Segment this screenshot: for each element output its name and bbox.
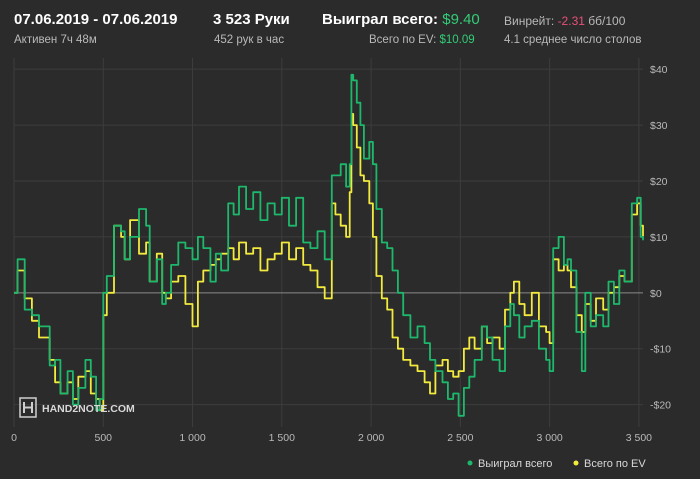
x-tick-label: 0 (11, 432, 17, 444)
y-tick-label: $30 (650, 120, 668, 132)
series-line-won (14, 73, 644, 417)
y-tick-label: -$20 (650, 400, 671, 412)
y-tick-label: $20 (650, 176, 668, 188)
legend-swatch-won (467, 460, 473, 466)
y-tick-label: $10 (650, 232, 668, 244)
winnings-chart: 0 500 1 000 1 500 2 000 2 500 3 000 3 500 $40 $30… (11, 58, 671, 470)
y-tick-label: $40 (650, 64, 668, 76)
hand2note-watermark: HAND2NOTE.COM (42, 403, 135, 415)
x-tick-label: 3 500 (626, 432, 652, 444)
grid (13, 58, 643, 427)
legend-label-ev: Всего по EV (584, 458, 646, 470)
legend-label-won: Выиграл всего (478, 458, 552, 470)
y-tick-label: -$10 (650, 344, 671, 356)
axes: 0 500 1 000 1 500 2 000 2 500 3 000 3 500 $40 $30… (11, 64, 671, 444)
y-tick-label: $0 (650, 288, 662, 300)
legend-item-ev[interactable]: Всего по EV (573, 458, 647, 470)
x-tick-label: 3 000 (536, 432, 562, 444)
x-tick-label: 1 500 (269, 432, 295, 444)
legend-swatch-ev (573, 460, 579, 466)
x-tick-label: 2 000 (358, 432, 384, 444)
x-tick-label: 500 (95, 432, 113, 444)
series-line-ev (14, 113, 644, 412)
x-tick-label: 1 000 (179, 432, 205, 444)
series-lines (14, 73, 644, 417)
x-tick-label: 2 500 (447, 432, 473, 444)
legend-item-won[interactable]: Выиграл всего (467, 458, 553, 470)
legend: Выиграл всего Всего по EV (467, 458, 647, 470)
